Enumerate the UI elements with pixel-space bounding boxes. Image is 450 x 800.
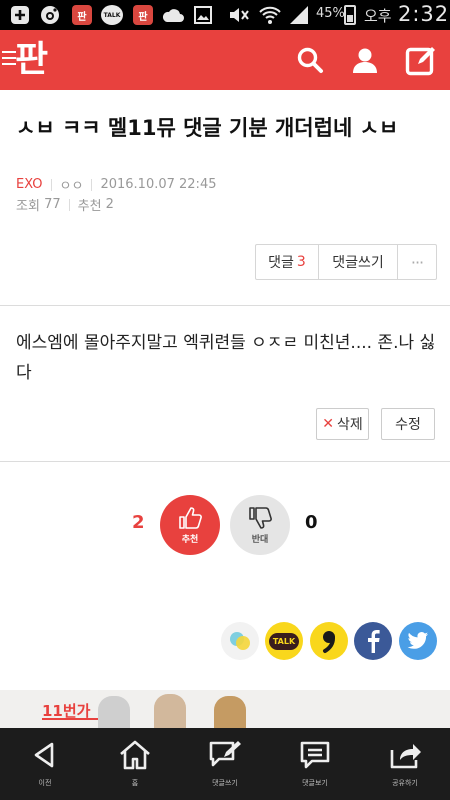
kakaostory-icon [230, 632, 250, 650]
facebook-icon [368, 630, 380, 653]
post-title: ㅅㅂ ㅋㅋ 멜11뮤 댓글 기분 개더럽네 ㅅㅂ [16, 116, 399, 140]
clock: 2:32 [398, 2, 450, 26]
nav-write-comment[interactable]: 댓글쓰기 [180, 728, 270, 800]
share-icon [390, 744, 421, 769]
more-button[interactable]: ··· [398, 245, 436, 279]
post-meta: EXO ㅇㅇ 2016.10.07 22:45 [16, 175, 216, 194]
bottom-navigation: 이전 홈 댓글쓰기 댓글보기 공유하기 [0, 728, 450, 800]
kakaotalk-notification-icon: TALK [101, 5, 123, 25]
thumbs-down-icon [249, 507, 272, 529]
oppose-count: 0 [305, 512, 318, 533]
pann-notification-icon-2: 판 [133, 5, 153, 25]
nav-home[interactable]: 홈 [90, 728, 180, 800]
compose-icon [405, 47, 435, 76]
plus-notification-icon [10, 5, 30, 25]
post-action-group: 댓글 3 댓글쓰기 ··· [255, 244, 437, 280]
ad-logo-underline [42, 718, 100, 720]
ad-model-photo-1 [98, 696, 130, 728]
comma-icon [323, 631, 335, 653]
camera-notification-icon [40, 5, 60, 25]
home-icon [120, 740, 150, 770]
recommends-count: 2 [105, 197, 114, 212]
ad-model-photo-2 [154, 694, 186, 728]
image-icon [194, 5, 212, 25]
battery-percent: 45% [316, 6, 345, 21]
post-author: ㅇㅇ [59, 179, 84, 194]
status-bar: 판 TALK 판 45% 오후 2:32 [0, 0, 450, 30]
more-icon: ··· [410, 252, 424, 272]
ad-banner[interactable]: 11번가 [0, 690, 450, 728]
comments-count: 3 [296, 254, 306, 270]
divider [0, 305, 450, 306]
divider [0, 461, 450, 462]
recommends-label: 추천 [77, 199, 102, 214]
kakaotalk-icon: TALK [268, 632, 300, 650]
nav-back[interactable]: 이전 [0, 728, 90, 800]
recommend-button[interactable]: 추천 [160, 495, 220, 555]
share-kakaostory-button[interactable] [221, 622, 259, 660]
post-body: 에스엠에 몰아주지말고 엑퀴련들 ㅇㅈㄹ 미친년.... 존.나 싫다 [16, 333, 436, 383]
ad-model-photo-3 [214, 696, 246, 728]
pann-logo[interactable]: 판 [15, 38, 48, 82]
modify-button[interactable]: 수정 [381, 408, 435, 440]
post-stats: 조회 77 추천 2 [16, 195, 114, 214]
x-icon: ✕ [322, 416, 334, 432]
share-twitter-button[interactable] [399, 622, 437, 660]
post-category[interactable]: EXO [16, 177, 43, 192]
nav-view-comments[interactable]: 댓글보기 [270, 728, 360, 800]
write-comment-button[interactable]: 댓글쓰기 [319, 245, 398, 279]
delete-button[interactable]: ✕ 삭제 [316, 408, 369, 440]
write-post-button[interactable] [403, 42, 439, 78]
cloud-icon [161, 5, 185, 25]
wifi-icon [258, 5, 282, 25]
views-label: 조회 [16, 199, 40, 214]
post-datetime: 2016.10.07 22:45 [100, 177, 217, 192]
share-band-button[interactable] [310, 622, 348, 660]
nav-share[interactable]: 공유하기 [360, 728, 450, 800]
profile-button[interactable] [347, 42, 383, 78]
comments-icon [300, 741, 330, 769]
back-arrow-icon [34, 742, 54, 768]
battery-icon [344, 5, 356, 25]
signal-icon [288, 5, 310, 25]
search-button[interactable] [292, 42, 328, 78]
pann-notification-icon: 판 [72, 5, 92, 25]
menu-icon[interactable] [2, 51, 16, 69]
write-comment-icon [209, 741, 241, 767]
share-facebook-button[interactable] [354, 622, 392, 660]
comments-button[interactable]: 댓글 3 [256, 245, 319, 279]
twitter-icon [407, 632, 429, 649]
recommend-count: 2 [132, 512, 145, 533]
oppose-button[interactable]: 반대 [230, 495, 290, 555]
app-header: 판 [0, 30, 450, 90]
user-icon [353, 48, 377, 73]
mute-icon [228, 5, 250, 25]
share-kakaotalk-button[interactable]: TALK [265, 622, 303, 660]
views-count: 77 [44, 197, 61, 212]
ampm-label: 오후 [364, 7, 392, 25]
search-icon [297, 47, 323, 73]
thumbs-up-icon [179, 507, 202, 529]
